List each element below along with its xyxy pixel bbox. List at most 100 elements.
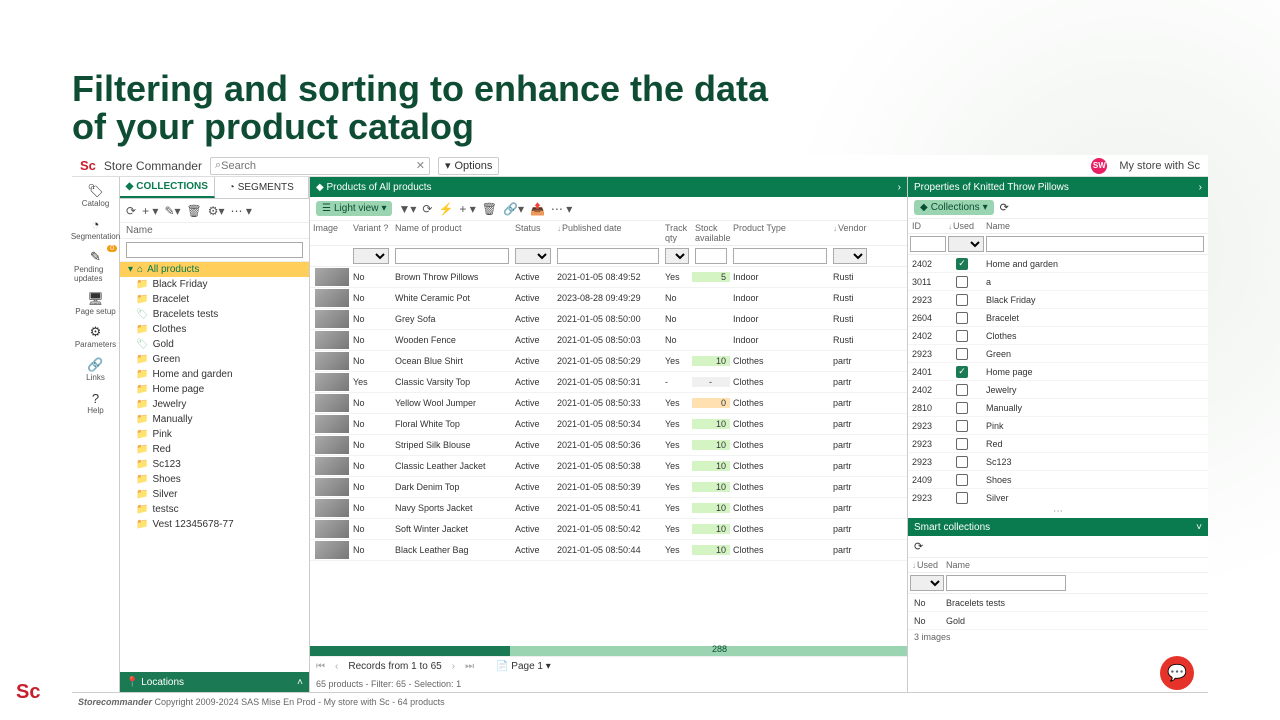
table-row[interactable]: NoDark Denim TopActive2021-01-05 08:50:3… [310, 477, 907, 498]
refresh-icon[interactable]: ⟳ [422, 202, 432, 216]
filter-variant[interactable] [353, 248, 389, 264]
clear-icon[interactable]: ✕ [416, 159, 425, 172]
smart-collections-header[interactable]: Smart collections ˅ [908, 518, 1208, 536]
checkbox[interactable] [956, 276, 968, 288]
tree-item[interactable]: 📁Shoes [120, 472, 309, 487]
property-row[interactable]: 2409Shoes [908, 471, 1208, 489]
filter-used[interactable] [948, 236, 984, 252]
table-row[interactable]: NoClassic Leather JacketActive2021-01-05… [310, 456, 907, 477]
table-row[interactable]: NoYellow Wool JumperActive2021-01-05 08:… [310, 393, 907, 414]
filter-published[interactable] [557, 248, 659, 264]
tree-item[interactable]: 📁Clothes [120, 322, 309, 337]
property-row[interactable]: 2923Sc123 [908, 453, 1208, 471]
iconbar-help[interactable]: ?Help [85, 388, 105, 417]
iconbar-pending-updates[interactable]: ✎Pending updates0 [72, 247, 119, 285]
checkbox[interactable] [956, 384, 968, 396]
table-row[interactable]: NoGrey SofaActive2021-01-05 08:50:00NoIn… [310, 309, 907, 330]
chevron-right-icon[interactable]: › [898, 182, 901, 193]
link-icon[interactable]: 🔗▾ [503, 202, 524, 216]
tree-item[interactable]: 📁Vest 12345678-77 [120, 517, 309, 532]
chat-button[interactable]: 💬 [1160, 656, 1194, 690]
add-icon[interactable]: + ▾ [142, 204, 158, 218]
checkbox[interactable] [956, 294, 968, 306]
iconbar-segmentation[interactable]: ◔Segmentation [69, 214, 122, 243]
last-page-icon[interactable]: ⏭ [465, 661, 474, 672]
checkbox[interactable] [956, 438, 968, 450]
filter-stock[interactable] [695, 248, 727, 264]
tree-root[interactable]: ▾⌂All products [120, 262, 309, 277]
property-row[interactable]: 2604Bracelet [908, 309, 1208, 327]
checkbox[interactable] [956, 402, 968, 414]
property-row[interactable]: 2923Green [908, 345, 1208, 363]
tree-item[interactable]: 📁Pink [120, 427, 309, 442]
table-row[interactable]: NoOcean Blue ShirtActive2021-01-05 08:50… [310, 351, 907, 372]
smart-row[interactable]: NoGold [908, 612, 1208, 630]
tree-item[interactable]: 📁testsc [120, 502, 309, 517]
tree-item[interactable]: 📁Black Friday [120, 277, 309, 292]
checkbox[interactable] [956, 330, 968, 342]
checkbox[interactable]: ✓ [956, 366, 968, 378]
tree-item[interactable]: 🏷Bracelets tests [120, 307, 309, 322]
tree-item[interactable]: 📁Manually [120, 412, 309, 427]
property-row[interactable]: 2402Jewelry [908, 381, 1208, 399]
bolt-icon[interactable]: ⚡ [438, 202, 453, 216]
first-page-icon[interactable]: ⏮ [316, 661, 325, 672]
tree-filter-input[interactable] [126, 242, 303, 258]
filter-status[interactable] [515, 248, 551, 264]
horizontal-scrollbar[interactable]: 288 [310, 646, 907, 656]
tree-item[interactable]: 🏷Gold [120, 337, 309, 352]
tree-item[interactable]: 📁Green [120, 352, 309, 367]
property-row[interactable]: 2923Pink [908, 417, 1208, 435]
filter-smart-name[interactable] [946, 575, 1066, 591]
iconbar-links[interactable]: 🔗Links [84, 355, 107, 384]
smart-row[interactable]: NoBracelets tests [908, 594, 1208, 612]
add-icon[interactable]: + ▾ [459, 202, 475, 216]
next-page-icon[interactable]: › [452, 661, 455, 672]
tree-item[interactable]: 📁Red [120, 442, 309, 457]
refresh-icon[interactable]: ⟳ [1000, 201, 1009, 214]
chevron-right-icon[interactable]: › [1199, 182, 1202, 193]
tree-item[interactable]: 📁Jewelry [120, 397, 309, 412]
table-row[interactable]: NoWhite Ceramic PotActive2023-08-28 09:4… [310, 288, 907, 309]
tree-item[interactable]: 📁Sc123 [120, 457, 309, 472]
filter-id[interactable] [910, 236, 946, 252]
filter-icon[interactable]: ▼▾ [398, 202, 416, 216]
table-row[interactable]: NoStriped Silk BlouseActive2021-01-05 08… [310, 435, 907, 456]
edit-icon[interactable]: ✎▾ [164, 204, 180, 218]
checkbox[interactable] [956, 492, 968, 504]
trash-icon[interactable]: 🗑 [187, 204, 202, 218]
property-row[interactable]: 2923Silver [908, 489, 1208, 505]
checkbox[interactable] [956, 420, 968, 432]
checkbox[interactable] [956, 474, 968, 486]
table-row[interactable]: YesClassic Varsity TopActive2021-01-05 0… [310, 372, 907, 393]
iconbar-page-setup[interactable]: 🖥Page setup [73, 289, 117, 318]
property-row[interactable]: 2923Black Friday [908, 291, 1208, 309]
search-input[interactable] [221, 160, 416, 172]
tree-item[interactable]: 📁Silver [120, 487, 309, 502]
filter-smart-used[interactable] [910, 575, 944, 591]
filter-vendor[interactable] [833, 248, 867, 264]
gear-icon[interactable]: ⚙▾ [208, 204, 225, 218]
tree-item[interactable]: 📁Bracelet [120, 292, 309, 307]
more-icon[interactable]: ⋯ ▾ [551, 202, 572, 216]
filter-type[interactable] [733, 248, 827, 264]
locations-bar[interactable]: 📍 Locations ˄ [120, 672, 309, 692]
checkbox[interactable]: ✓ [956, 258, 968, 270]
refresh-icon[interactable]: ⟳ [126, 204, 136, 218]
property-row[interactable]: 2923Red [908, 435, 1208, 453]
iconbar-parameters[interactable]: ⚙Parameters [73, 322, 118, 351]
user-avatar[interactable]: SW [1091, 158, 1107, 174]
filter-pname[interactable] [986, 236, 1204, 252]
prev-page-icon[interactable]: ‹ [335, 661, 338, 672]
property-row[interactable]: 3011a [908, 273, 1208, 291]
collections-chip[interactable]: ◆ Collections ▾ [914, 200, 994, 215]
tab-segments[interactable]: ◔SEGMENTS [215, 177, 310, 198]
iconbar-catalog[interactable]: 🏷Catalog [80, 181, 112, 210]
checkbox[interactable] [956, 312, 968, 324]
more-icon[interactable]: ⋯ ▾ [231, 204, 252, 218]
property-row[interactable]: 2402Clothes [908, 327, 1208, 345]
table-row[interactable]: NoSoft Winter JacketActive2021-01-05 08:… [310, 519, 907, 540]
property-row[interactable]: 2401✓Home page [908, 363, 1208, 381]
tree-item[interactable]: 📁Home and garden [120, 367, 309, 382]
table-row[interactable]: NoFloral White TopActive2021-01-05 08:50… [310, 414, 907, 435]
